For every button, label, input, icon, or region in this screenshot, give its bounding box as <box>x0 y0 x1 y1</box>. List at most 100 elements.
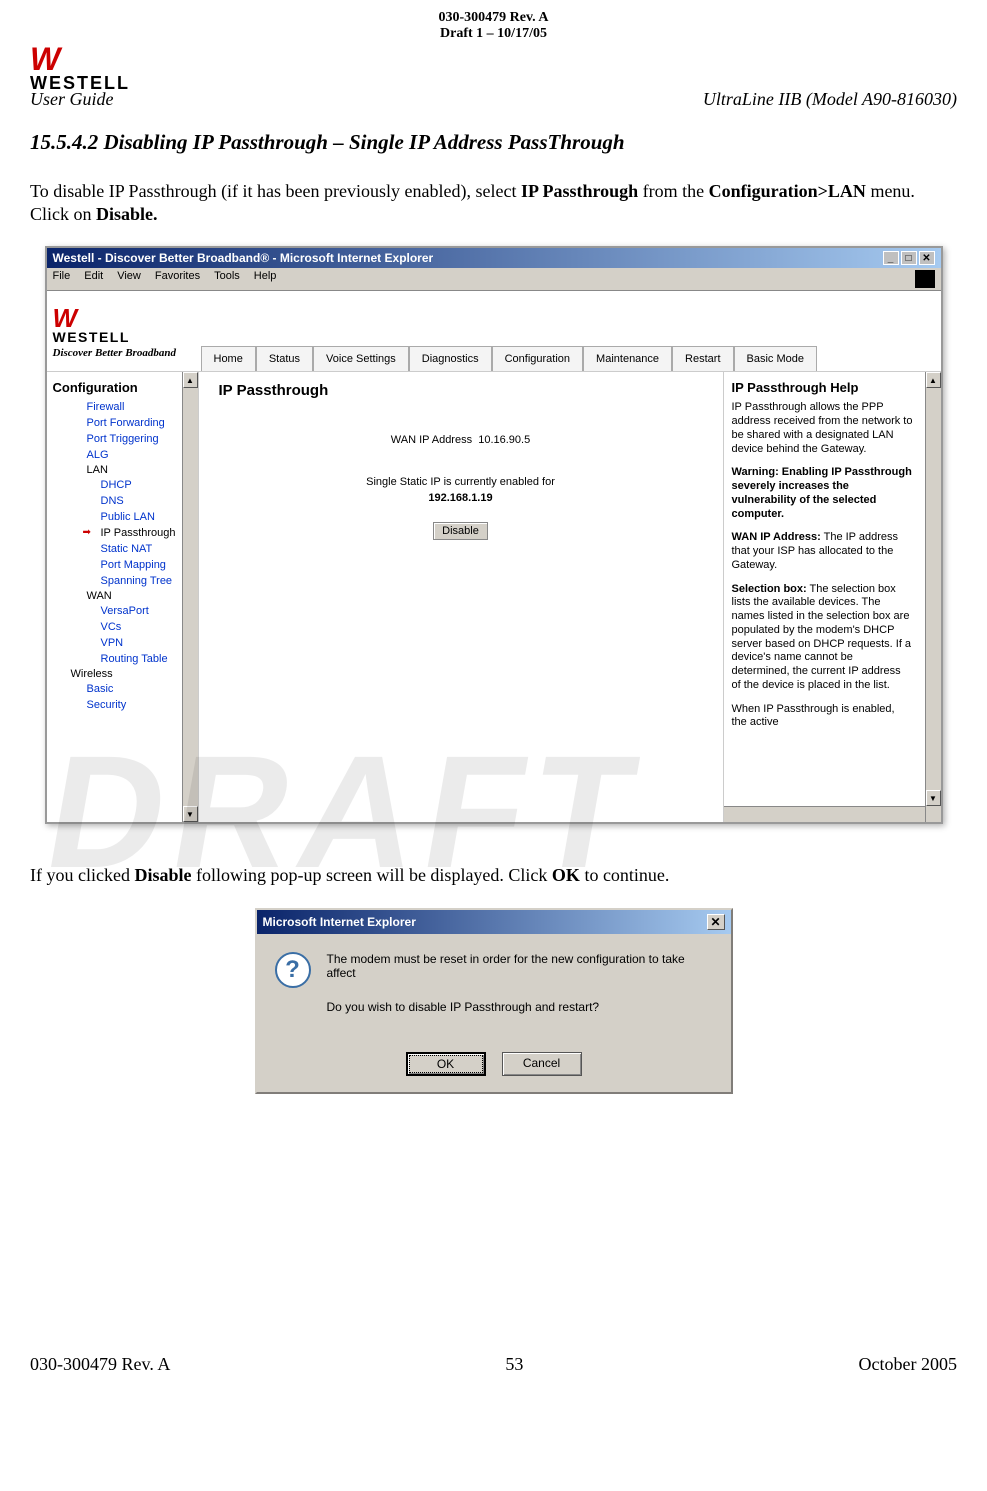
help-p4-bold: Selection box: <box>732 583 807 595</box>
menubar: File Edit View Favorites Tools Help <box>47 268 941 291</box>
sidebar-item-port-triggering[interactable]: Port Triggering <box>51 431 194 447</box>
dialog-titlebar: Microsoft Internet Explorer ✕ <box>257 910 731 934</box>
brand-text: WESTELL <box>53 329 193 345</box>
dialog-line2: Do you wish to disable IP Passthrough an… <box>327 1000 713 1014</box>
scroll-down-icon[interactable]: ▼ <box>183 806 198 822</box>
help-warning-bold: Warning: Enabling IP Passthrough severel… <box>732 466 912 519</box>
dialog-line1: The modem must be reset in order for the… <box>327 952 713 980</box>
menu-tools[interactable]: Tools <box>214 270 240 288</box>
paragraph-1: To disable IP Passthrough (if it has bee… <box>30 180 957 227</box>
close-icon[interactable]: ✕ <box>919 251 935 265</box>
sidebar-item-public-lan[interactable]: Public LAN <box>51 509 194 525</box>
ok-button[interactable]: OK <box>406 1052 486 1076</box>
p2-bold-disable: Disable <box>134 865 191 885</box>
help-p3: WAN IP Address: The IP address that your… <box>732 531 933 572</box>
p1-text-a: To disable IP Passthrough (if it has bee… <box>30 181 521 201</box>
p1-text-c: from the <box>638 181 708 201</box>
sidebar-item-firewall[interactable]: Firewall <box>51 399 194 415</box>
westell-w-icon: W <box>30 47 130 73</box>
tab-basic-mode[interactable]: Basic Mode <box>734 346 817 371</box>
menu-help[interactable]: Help <box>254 270 277 288</box>
brand-tagline: Discover Better Broadband <box>53 347 193 359</box>
menu-favorites[interactable]: Favorites <box>155 270 200 288</box>
help-warning: Warning: Enabling IP Passthrough severel… <box>732 466 933 521</box>
help-p3-bold: WAN IP Address: <box>732 531 821 543</box>
cancel-button[interactable]: Cancel <box>502 1052 582 1076</box>
browser-screenshot: Westell - Discover Better Broadband® - M… <box>45 246 943 824</box>
minimize-icon[interactable]: _ <box>883 251 899 265</box>
wan-ip-line: WAN IP Address 10.16.90.5 <box>219 434 703 446</box>
sidebar-item-port-forwarding[interactable]: Port Forwarding <box>51 415 194 431</box>
menu-view[interactable]: View <box>117 270 141 288</box>
wan-ip-label: WAN IP Address <box>391 434 472 446</box>
sidebar: Configuration Firewall Port Forwarding P… <box>47 372 199 822</box>
westell-logo: W WESTELL User Guide <box>30 47 130 110</box>
help-panel: IP Passthrough Help IP Passthrough allow… <box>723 372 941 822</box>
window-controls: _ □ ✕ <box>883 251 935 265</box>
section-heading: Disabling IP Passthrough – Single IP Add… <box>104 130 625 154</box>
doc-rev: 030-300479 Rev. A <box>438 10 548 26</box>
tab-maintenance[interactable]: Maintenance <box>583 346 672 371</box>
help-title: IP Passthrough Help <box>732 380 933 395</box>
question-icon: ? <box>275 952 311 988</box>
menu-edit[interactable]: Edit <box>84 270 103 288</box>
sidebar-cat-wan: WAN <box>51 589 194 603</box>
sidebar-item-spanning-tree[interactable]: Spanning Tree <box>51 573 194 589</box>
product-name: UltraLine IIB (Model A90-816030) <box>703 89 957 110</box>
help-scroll-down-icon[interactable]: ▼ <box>926 790 941 806</box>
tab-configuration[interactable]: Configuration <box>492 346 583 371</box>
sidebar-item-vcs[interactable]: VCs <box>51 619 194 635</box>
footer-right: October 2005 <box>859 1354 957 1375</box>
tab-home[interactable]: Home <box>201 346 256 371</box>
sidebar-cat-wireless: Wireless <box>51 667 194 681</box>
nav-tabs: Home Status Voice Settings Diagnostics C… <box>199 291 941 371</box>
header-row: W WESTELL User Guide UltraLine IIB (Mode… <box>30 47 957 110</box>
page-footer: 030-300479 Rev. A 53 October 2005 <box>30 1354 957 1375</box>
help-p4-text: The selection box lists the available de… <box>732 583 912 691</box>
footer-left: 030-300479 Rev. A <box>30 1354 170 1375</box>
p1-bold-menu: Configuration>LAN <box>709 181 866 201</box>
sidebar-item-versaport[interactable]: VersaPort <box>51 603 194 619</box>
brand-w-icon: W <box>53 308 193 329</box>
sidebar-scrollbar[interactable]: ▲ ▼ <box>182 372 198 822</box>
sidebar-item-static-nat[interactable]: Static NAT <box>51 541 194 557</box>
ie-throbber-icon <box>915 270 935 288</box>
help-scroll-up-icon[interactable]: ▲ <box>926 372 941 388</box>
sidebar-item-wireless-basic[interactable]: Basic <box>51 681 194 697</box>
user-guide-label: User Guide <box>30 89 130 110</box>
maximize-icon[interactable]: □ <box>901 251 917 265</box>
confirm-dialog: Microsoft Internet Explorer ✕ ? The mode… <box>255 908 733 1094</box>
scroll-up-icon[interactable]: ▲ <box>183 372 198 388</box>
tab-status[interactable]: Status <box>256 346 313 371</box>
brand-cell: W WESTELL Discover Better Broadband <box>47 300 199 363</box>
enabled-ip: 192.168.1.19 <box>219 492 703 504</box>
wan-ip-value: 10.16.90.5 <box>478 434 530 446</box>
help-p5: When IP Passthrough is enabled, the acti… <box>732 703 933 731</box>
sidebar-item-vpn[interactable]: VPN <box>51 635 194 651</box>
p1-bold-ip: IP Passthrough <box>521 181 638 201</box>
section-number: 15.5.4.2 <box>30 130 98 154</box>
main-panel: IP Passthrough WAN IP Address 10.16.90.5… <box>199 372 723 822</box>
sidebar-item-alg[interactable]: ALG <box>51 447 194 463</box>
tab-voice[interactable]: Voice Settings <box>313 346 409 371</box>
paragraph-2: If you clicked Disable following pop-up … <box>30 864 957 887</box>
dialog-close-icon[interactable]: ✕ <box>707 914 725 930</box>
sidebar-item-routing-table[interactable]: Routing Table <box>51 651 194 667</box>
help-hscrollbar[interactable] <box>724 806 925 822</box>
disable-button[interactable]: Disable <box>433 522 488 540</box>
help-p1: IP Passthrough allows the PPP address re… <box>732 401 933 456</box>
sidebar-item-port-mapping[interactable]: Port Mapping <box>51 557 194 573</box>
footer-center: 53 <box>505 1354 523 1375</box>
menu-file[interactable]: File <box>53 270 71 288</box>
sidebar-item-dns[interactable]: DNS <box>51 493 194 509</box>
help-scrollbar[interactable]: ▲ ▼ <box>925 372 941 822</box>
tab-diagnostics[interactable]: Diagnostics <box>409 346 492 371</box>
p1-bold-disable: Disable. <box>96 204 158 224</box>
sidebar-item-dhcp[interactable]: DHCP <box>51 477 194 493</box>
sidebar-item-wireless-security[interactable]: Security <box>51 697 194 713</box>
sidebar-item-ip-passthrough[interactable]: IP Passthrough <box>51 525 194 541</box>
tab-restart[interactable]: Restart <box>672 346 733 371</box>
dialog-title-text: Microsoft Internet Explorer <box>263 915 416 929</box>
window-title: Westell - Discover Better Broadband® - M… <box>53 251 434 265</box>
draft-label: Draft 1 – 10/17/05 <box>440 26 547 42</box>
